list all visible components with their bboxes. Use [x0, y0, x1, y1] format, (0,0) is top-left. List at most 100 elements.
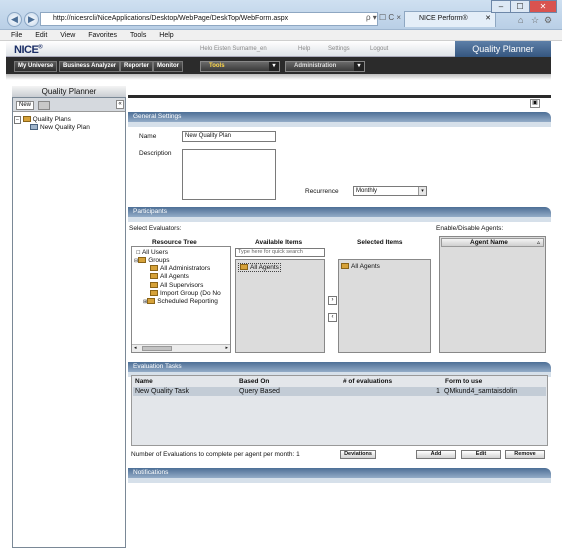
- deviations-button[interactable]: Deviations: [340, 450, 376, 459]
- general-settings-header: General Settings: [128, 112, 551, 122]
- section-divider: [128, 478, 551, 483]
- browser-tab[interactable]: NICE Perform® ✕: [404, 11, 496, 27]
- plan-icon: [30, 124, 38, 131]
- scroll-right-icon[interactable]: ▸: [225, 345, 228, 351]
- tree-groups[interactable]: ⊟ Groups: [134, 257, 170, 264]
- tools-label: Tools: [209, 63, 225, 69]
- section-divider: [128, 217, 551, 222]
- settings-gear-icon[interactable]: ⚙: [544, 15, 552, 26]
- close-button[interactable]: ✕: [529, 0, 557, 13]
- scrollbar-thumb[interactable]: [142, 346, 172, 351]
- settings-link[interactable]: Settings: [328, 46, 350, 52]
- add-task-button[interactable]: Add: [416, 450, 456, 459]
- tree-label: All Users: [141, 249, 168, 256]
- tree-all-administrators[interactable]: All Administrators: [150, 265, 210, 272]
- menu-favorites[interactable]: Favorites: [88, 32, 117, 39]
- folder-icon: [240, 264, 248, 271]
- tree-import-group[interactable]: Import Group (Do No: [150, 290, 230, 297]
- col-name[interactable]: Name: [135, 378, 153, 385]
- quick-search-input[interactable]: Type here for quick search: [235, 248, 325, 257]
- tree-label: Scheduled Reporting: [157, 298, 218, 305]
- chevron-down-icon: ▾: [354, 62, 364, 71]
- left-panel: [12, 86, 126, 548]
- participants-header: Participants: [128, 207, 551, 217]
- select-evaluators-label: Select Evaluators:: [129, 225, 182, 232]
- table-row[interactable]: New Quality Task Query Based 1 QMkund4_s…: [133, 387, 546, 396]
- folder-icon: [147, 298, 156, 305]
- left-panel-title: Quality Planner: [12, 86, 126, 98]
- tree-all-users[interactable]: ☐ All Users: [136, 249, 168, 256]
- tree-horizontal-scrollbar[interactable]: ◂ ▸: [132, 344, 230, 352]
- tree-scheduled-reporting[interactable]: ⊞ Scheduled Reporting: [143, 298, 230, 305]
- evaluations-per-agent-text: Number of Evaluations to complete per ag…: [131, 451, 300, 458]
- logout-link[interactable]: Logout: [370, 46, 388, 52]
- available-items-header: Available Items: [255, 239, 303, 246]
- nav-my-universe[interactable]: My Universe: [14, 61, 58, 72]
- collapse-panel-icon[interactable]: «: [116, 100, 124, 109]
- evaluation-tasks-header: Evaluation Tasks: [128, 362, 551, 372]
- resource-tree-header: Resource Tree: [152, 239, 197, 246]
- edit-task-button[interactable]: Edit: [461, 450, 501, 459]
- available-item-all-agents[interactable]: All Agents: [238, 263, 281, 272]
- move-right-button[interactable]: ›: [328, 296, 337, 305]
- col-num-evaluations[interactable]: # of evaluations: [343, 378, 392, 385]
- menu-tools[interactable]: Tools: [130, 32, 146, 39]
- recurrence-label: Recurrence: [305, 188, 339, 195]
- header-shadow: [6, 74, 551, 80]
- favorites-icon[interactable]: ☆: [531, 15, 539, 26]
- forward-button[interactable]: ▶: [24, 12, 39, 27]
- save-icon[interactable]: ▣: [530, 99, 540, 108]
- recurrence-select[interactable]: Monthly ▾: [353, 186, 427, 196]
- address-bar-icons[interactable]: ρ ▾ ☐ C ×: [366, 13, 401, 22]
- main-top-strip: [128, 95, 551, 98]
- col-form-to-use[interactable]: Form to use: [445, 378, 482, 385]
- tree-label: Import Group (Do No: [160, 290, 221, 297]
- menu-view[interactable]: View: [60, 32, 75, 39]
- folder-icon: [341, 263, 349, 270]
- new-plan-button[interactable]: New: [16, 101, 34, 110]
- available-items-list: [235, 259, 325, 353]
- cell-form: QMkund4_samtaisdolin: [444, 388, 518, 395]
- tree-all-agents[interactable]: All Agents: [150, 273, 189, 280]
- delete-plan-button[interactable]: [38, 101, 50, 110]
- col-based-on[interactable]: Based On: [239, 378, 269, 385]
- item-label: All Agents: [351, 263, 380, 270]
- menu-edit[interactable]: Edit: [35, 32, 47, 39]
- tab-title: NICE Perform®: [419, 15, 468, 22]
- description-textarea[interactable]: [182, 149, 276, 200]
- chevron-down-icon: ▾: [418, 187, 426, 195]
- home-icon[interactable]: ⌂: [518, 15, 523, 25]
- address-bar[interactable]: http://nicesrcli/NiceApplications/Deskto…: [40, 12, 378, 26]
- tree-label: All Administrators: [160, 265, 211, 272]
- nav-monitor[interactable]: Monitor: [153, 61, 183, 72]
- tree-item-new-quality-plan[interactable]: New Quality Plan: [30, 124, 90, 131]
- selected-items-list: [338, 259, 431, 353]
- agent-name-column-header[interactable]: Agent Name ▵: [441, 238, 544, 247]
- tree-root-quality-plans[interactable]: – Quality Plans: [14, 116, 71, 124]
- selected-item-all-agents[interactable]: All Agents: [341, 263, 380, 270]
- folder-icon: [150, 290, 158, 297]
- remove-task-button[interactable]: Remove: [505, 450, 545, 459]
- minimize-button[interactable]: –: [491, 0, 511, 13]
- item-label: All Agents: [250, 264, 279, 271]
- scroll-left-icon[interactable]: ◂: [134, 345, 137, 351]
- folder-icon: [150, 282, 158, 289]
- maximize-button[interactable]: ☐: [510, 0, 530, 13]
- nav-reporter[interactable]: Reporter: [120, 61, 154, 72]
- nav-business-analyzer[interactable]: Business Analyzer: [59, 61, 121, 72]
- cell-based-on: Query Based: [239, 388, 280, 395]
- tree-item-label: New Quality Plan: [40, 124, 90, 131]
- name-input[interactable]: New Quality Plan: [182, 131, 276, 142]
- help-link[interactable]: Help: [298, 46, 310, 52]
- administration-dropdown[interactable]: Administration ▾: [285, 61, 365, 72]
- move-left-button[interactable]: ‹: [328, 313, 337, 322]
- tools-dropdown[interactable]: Tools ▾: [200, 61, 280, 72]
- tree-label: All Supervisors: [160, 282, 204, 289]
- tree-all-supervisors[interactable]: All Supervisors: [150, 282, 203, 289]
- menu-help[interactable]: Help: [159, 32, 173, 39]
- evaluation-tasks-table: [131, 375, 548, 446]
- folder-icon: [138, 257, 147, 264]
- tab-close-icon[interactable]: ✕: [485, 12, 491, 26]
- back-button[interactable]: ◀: [7, 12, 22, 27]
- menu-file[interactable]: File: [11, 32, 22, 39]
